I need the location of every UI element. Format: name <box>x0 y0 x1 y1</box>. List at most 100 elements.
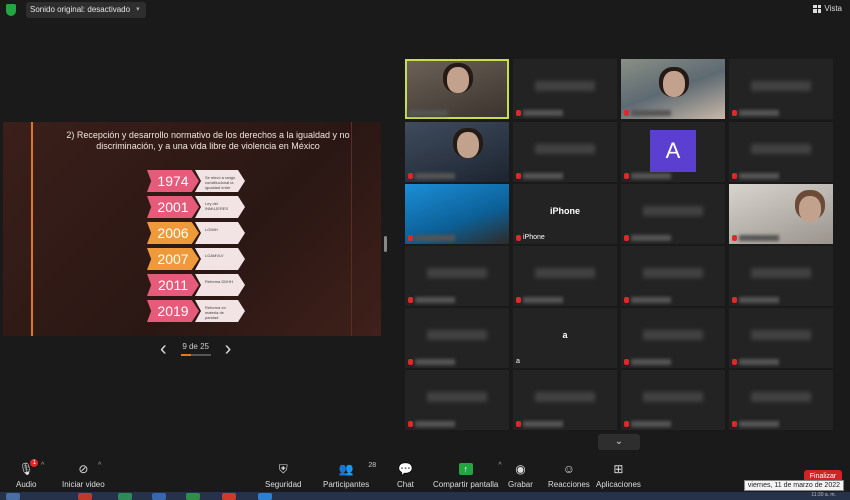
security-shield-icon[interactable] <box>6 4 16 16</box>
slide-title: 2) Recepción y desarrollo normativo de l… <box>66 130 350 151</box>
scroll-down-button[interactable]: ⌄ <box>598 434 640 450</box>
audio-button[interactable]: 🎙 1 ^ Audio <box>16 459 45 489</box>
resize-handle[interactable] <box>384 236 387 252</box>
timeline-item: 2001 Ley del INMUJERES <box>147 196 247 218</box>
taskbar-app-icon[interactable] <box>258 493 272 500</box>
participant-name: iPhone <box>523 234 545 241</box>
participant-tile[interactable] <box>729 370 833 430</box>
chevron-down-icon[interactable]: ▾ <box>136 2 140 18</box>
muted-mic-icon <box>732 173 737 179</box>
microphone-icon: 🎙 1 ^ <box>18 459 45 476</box>
reactions-button[interactable]: ☺ Reacciones <box>548 462 590 489</box>
participant-tile-video[interactable] <box>621 59 725 119</box>
muted-mic-icon <box>516 297 521 303</box>
start-icon[interactable] <box>6 493 20 500</box>
record-button[interactable]: ◉ Grabar <box>508 462 533 489</box>
video-label: Iniciar video <box>62 480 105 489</box>
muted-mic-icon <box>732 110 737 116</box>
participant-tile[interactable] <box>729 59 833 119</box>
chevron-up-icon[interactable]: ^ <box>498 462 501 469</box>
page-number: 9 de 25 <box>182 342 210 351</box>
timeline-year: 2006 <box>147 222 199 244</box>
muted-mic-icon <box>408 173 413 179</box>
participant-tile-avatar[interactable]: A <box>621 122 725 182</box>
muted-mic-icon <box>408 359 413 365</box>
timeline-desc: LGAMVLV <box>195 248 245 270</box>
participant-name-center: a <box>562 330 568 340</box>
participant-name: a <box>516 358 520 365</box>
top-bar: Sonido original: desactivado ▾ Vista <box>0 0 850 20</box>
share-screen-icon: ↑ ^ <box>458 462 502 476</box>
timeline-year: 2007 <box>147 248 199 270</box>
taskbar-app-icon[interactable] <box>118 493 132 500</box>
previous-slide-button[interactable]: ‹ <box>160 339 167 359</box>
share-label: Compartir pantalla <box>433 480 499 489</box>
participant-tile-speaking[interactable] <box>405 59 509 119</box>
participant-tile[interactable] <box>621 370 725 430</box>
next-slide-button[interactable]: › <box>225 339 232 359</box>
page-indicator: 9 de 25 <box>180 342 211 356</box>
share-screen-button[interactable]: ↑ ^ Compartir pantalla <box>433 462 502 489</box>
view-button[interactable]: Vista <box>813 4 842 13</box>
chat-button[interactable]: 💬 Chat <box>397 462 414 489</box>
participant-tile-video[interactable] <box>729 184 833 244</box>
muted-mic-icon <box>516 173 521 179</box>
original-audio-toggle[interactable]: Sonido original: desactivado ▾ <box>26 2 146 18</box>
slide-accent-line <box>31 122 33 336</box>
participant-name-center: iPhone <box>549 206 580 216</box>
timeline-desc: Reforma DDHH <box>195 274 245 296</box>
participant-tile-a[interactable]: a a <box>513 308 617 368</box>
audio-badge: 1 <box>30 459 39 467</box>
muted-mic-icon <box>624 110 629 116</box>
participant-tile-video[interactable] <box>405 122 509 182</box>
timeline-desc: Ley del INMUJERES <box>195 196 245 218</box>
date-tooltip: viernes, 11 de marzo de 2022 <box>743 480 844 491</box>
participant-tile[interactable] <box>513 246 617 306</box>
security-button[interactable]: ⛨ Seguridad <box>265 461 302 490</box>
audio-label: Audio <box>16 480 37 489</box>
timeline-year: 1974 <box>147 170 199 192</box>
muted-mic-icon <box>516 110 521 116</box>
apps-button[interactable]: ⊞ Aplicaciones <box>596 462 641 489</box>
timeline-item: 2006 LGIMH <box>147 222 247 244</box>
view-label: Vista <box>824 4 842 13</box>
taskbar: 11:30 a. m. <box>0 492 850 500</box>
participant-tile[interactable] <box>405 246 509 306</box>
muted-mic-icon <box>624 173 629 179</box>
taskbar-app-icon[interactable] <box>222 493 236 500</box>
participant-tile[interactable] <box>621 184 725 244</box>
apps-icon: ⊞ <box>613 462 624 476</box>
participants-button[interactable]: 👥 28 Participantes <box>323 462 376 489</box>
participant-tile[interactable] <box>621 246 725 306</box>
start-video-button[interactable]: ⊘ ^ Iniciar video <box>62 462 105 489</box>
participant-tile[interactable] <box>405 370 509 430</box>
participant-tile-video[interactable] <box>405 184 509 244</box>
shield-icon: ⛨ <box>278 461 288 476</box>
taskbar-app-icon[interactable] <box>78 493 92 500</box>
original-audio-label: Sonido original: desactivado <box>30 5 131 14</box>
participant-tile[interactable] <box>405 308 509 368</box>
muted-mic-icon <box>408 235 413 241</box>
participant-tile[interactable] <box>729 122 833 182</box>
participant-tile-iphone[interactable]: iPhone iPhone <box>513 184 617 244</box>
security-label: Seguridad <box>265 480 302 489</box>
taskbar-app-icon[interactable] <box>186 493 200 500</box>
chevron-up-icon[interactable]: ^ <box>98 462 101 469</box>
participant-tile[interactable] <box>621 308 725 368</box>
participants-label: Participantes <box>323 480 370 489</box>
reactions-icon: ☺ <box>562 462 576 476</box>
participant-tile[interactable] <box>729 246 833 306</box>
muted-mic-icon <box>516 421 521 427</box>
record-icon: ◉ <box>515 462 526 476</box>
participant-tile[interactable] <box>513 370 617 430</box>
apps-label: Aplicaciones <box>596 480 641 489</box>
chevron-up-icon[interactable]: ^ <box>41 462 44 469</box>
taskbar-app-icon[interactable] <box>152 493 166 500</box>
participant-tile[interactable] <box>729 308 833 368</box>
meeting-toolbar: 🎙 1 ^ Audio ⊘ ^ Iniciar video ⛨ Seguridad 👥… <box>0 456 850 492</box>
participant-tile[interactable] <box>513 122 617 182</box>
reactions-label: Reacciones <box>548 480 590 489</box>
muted-mic-icon <box>624 235 629 241</box>
participant-tile[interactable] <box>513 59 617 119</box>
avatar: A <box>650 130 696 172</box>
